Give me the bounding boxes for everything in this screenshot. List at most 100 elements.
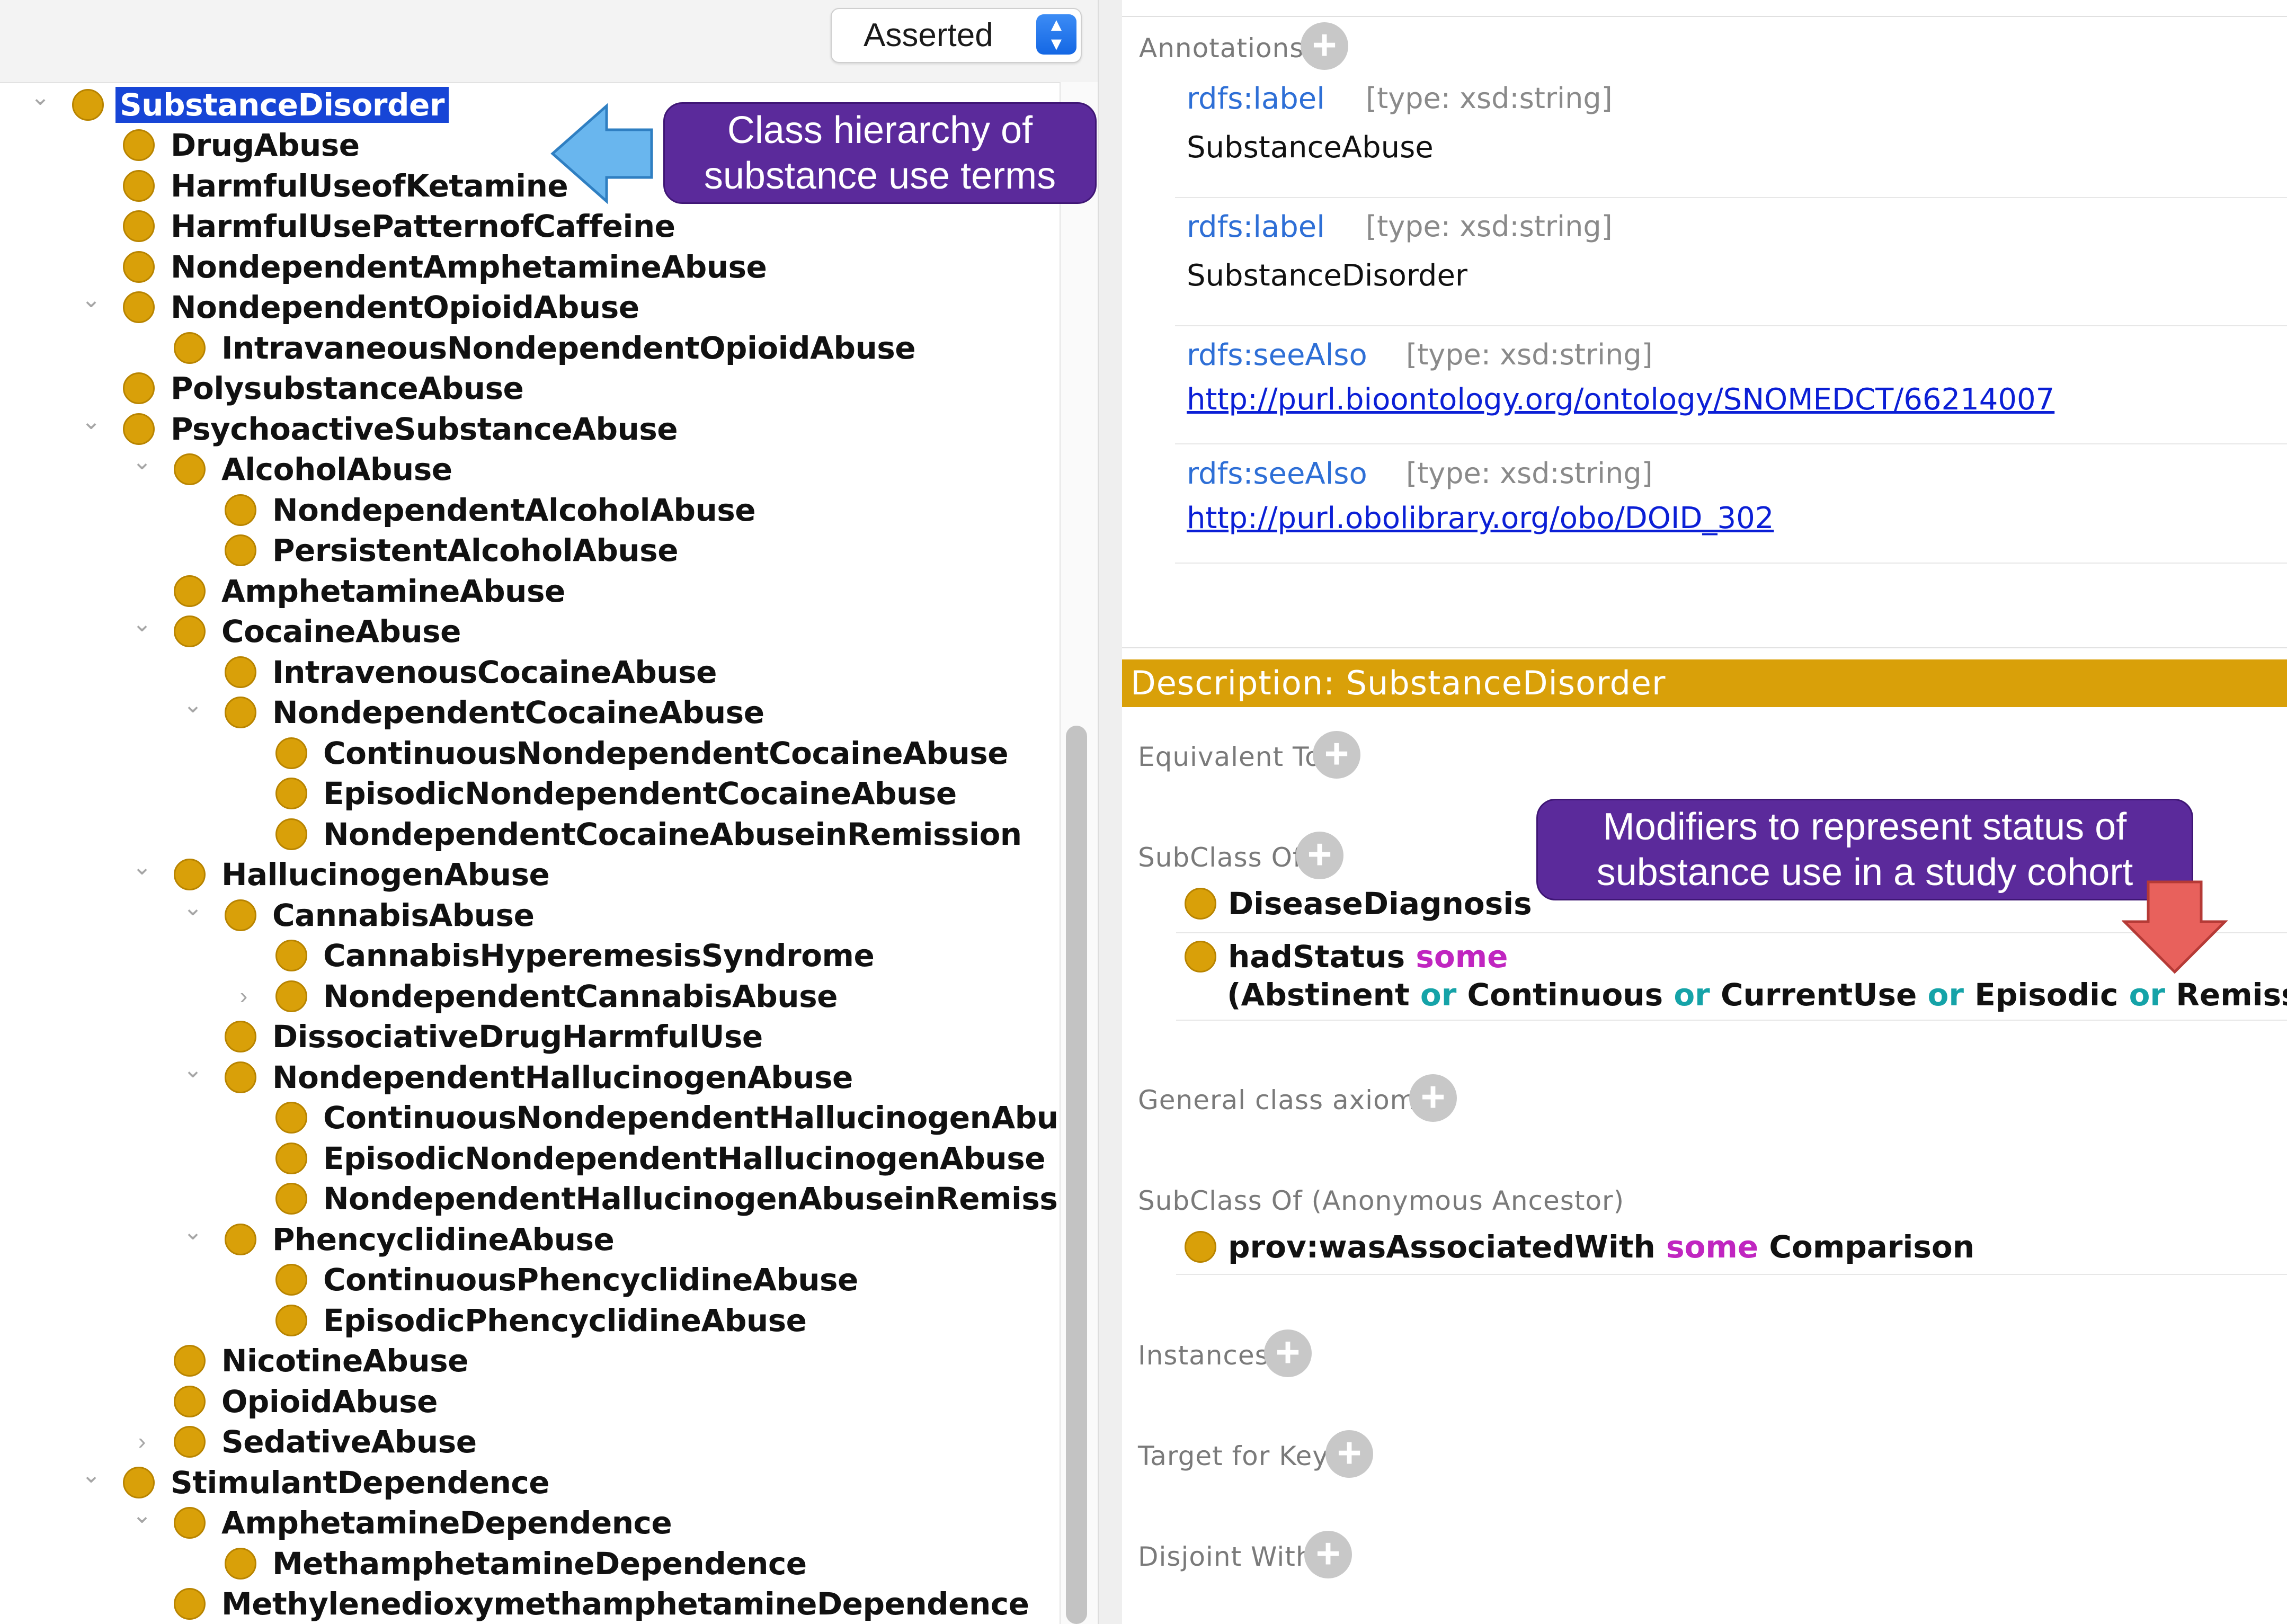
- tree-node[interactable]: SubstanceDisorder: [72, 85, 449, 125]
- tree-node-label: AmphetamineDependence: [221, 1505, 672, 1541]
- expand-chevron-icon[interactable]: ⌄: [81, 280, 102, 320]
- tree-node[interactable]: DrugAbuse: [123, 125, 360, 165]
- tree-node[interactable]: AlcoholAbuse: [174, 449, 452, 489]
- annotation-property[interactable]: rdfs:seeAlso: [1187, 338, 1367, 372]
- annotation-link[interactable]: http://purl.bioontology.org/ontology/SNO…: [1187, 382, 2054, 417]
- tree-node[interactable]: ContinuousNondependentCocaineAbuse: [275, 733, 1009, 773]
- tree-node[interactable]: PsychoactiveSubstanceAbuse: [123, 409, 678, 449]
- tree-node-label: NondependentAmphetamineAbuse: [171, 248, 767, 285]
- class-bullet-icon: [123, 169, 155, 202]
- collapse-chevron-icon[interactable]: ›: [131, 1422, 153, 1462]
- add-general-axiom-button[interactable]: +: [1409, 1074, 1457, 1122]
- expand-chevron-icon[interactable]: ⌄: [81, 1455, 102, 1495]
- expand-chevron-icon[interactable]: ⌄: [30, 77, 51, 118]
- expand-chevron-icon[interactable]: ⌄: [182, 685, 203, 725]
- tree-node[interactable]: PersistentAlcoholAbuse: [225, 530, 679, 570]
- tree-node[interactable]: ContinuousNondependentHallucinogenAbuse: [275, 1097, 1097, 1138]
- tree-node-label: PersistentAlcoholAbuse: [272, 532, 679, 569]
- tree-node[interactable]: NicotineAbuse: [174, 1341, 468, 1381]
- add-annotation-button[interactable]: +: [1301, 22, 1348, 70]
- add-key-button[interactable]: +: [1325, 1430, 1373, 1478]
- tree-node[interactable]: NondependentCocaineAbuse: [225, 692, 764, 733]
- tree-node[interactable]: AmphetamineDependence: [174, 1503, 672, 1543]
- tree-node-label: HarmfulUseofKetamine: [171, 167, 568, 204]
- annotation-value: SubstanceAbuse: [1187, 130, 1434, 165]
- tree-node[interactable]: HarmfulUseofKetamine: [123, 166, 568, 206]
- tree-node[interactable]: IntravenousCocaineAbuse: [225, 652, 717, 692]
- class-bullet-icon: [174, 575, 206, 607]
- class-bullet-icon: [225, 899, 256, 931]
- add-instance-button[interactable]: +: [1264, 1329, 1312, 1377]
- tree-node-label: EpisodicNondependentCocaineAbuse: [323, 775, 957, 812]
- annotation-property[interactable]: rdfs:label: [1187, 210, 1325, 244]
- tree-node-label: CannabisAbuse: [272, 897, 535, 933]
- tree-node-label: HarmfulUsePatternofCaffeine: [171, 208, 675, 245]
- add-subclass-button[interactable]: +: [1296, 832, 1343, 879]
- class-bullet-icon: [225, 1547, 256, 1580]
- tree-node[interactable]: MethamphetamineDependence: [225, 1543, 807, 1584]
- tree-node[interactable]: SedativeAbuse: [174, 1422, 477, 1462]
- collapse-chevron-icon[interactable]: ›: [233, 976, 254, 1016]
- tree-scrollbar-thumb[interactable]: [1066, 726, 1087, 1624]
- expand-chevron-icon[interactable]: ⌄: [131, 442, 153, 482]
- ancestor-axiom-row[interactable]: prov:wasAssociatedWith some Comparison: [1185, 1229, 1974, 1265]
- tree-node[interactable]: CannabisHyperemesisSyndrome: [275, 935, 875, 976]
- tree-node[interactable]: PolysubstanceAbuse: [123, 368, 524, 408]
- expand-chevron-icon[interactable]: ⌄: [182, 1050, 203, 1090]
- tree-node-label: DissociativeDrugHarmfulUse: [272, 1019, 763, 1055]
- tree-node-label: ContinuousPhencyclidineAbuse: [323, 1262, 858, 1298]
- tree-node[interactable]: NondependentAmphetamineAbuse: [123, 247, 767, 287]
- tree-node[interactable]: NondependentAlcoholAbuse: [225, 490, 756, 530]
- tree-node[interactable]: EpisodicNondependentCocaineAbuse: [275, 773, 957, 814]
- callout-line: Class hierarchy of: [727, 109, 1033, 151]
- class-bullet-icon: [225, 656, 256, 688]
- expand-chevron-icon[interactable]: ⌄: [81, 401, 102, 442]
- separator: [1176, 1274, 2287, 1275]
- tree-node[interactable]: ContinuousPhencyclidineAbuse: [275, 1260, 858, 1300]
- annotation-link[interactable]: http://purl.obolibrary.org/obo/DOID_302: [1187, 501, 1774, 536]
- tree-node-label: ContinuousNondependentCocaineAbuse: [323, 735, 1009, 771]
- class-bullet-icon: [225, 697, 256, 729]
- callout-line: Modifiers to represent status of: [1603, 806, 2127, 848]
- add-disjoint-button[interactable]: +: [1304, 1531, 1352, 1578]
- tree-node[interactable]: CannabisAbuse: [225, 895, 535, 935]
- split-divider[interactable]: [1098, 0, 1124, 1624]
- tree-node[interactable]: EpisodicNondependentHallucinogenAbuse: [275, 1138, 1046, 1179]
- updown-chevron-icon[interactable]: ▲ ▼: [1036, 14, 1076, 55]
- tree-node[interactable]: AmphetamineAbuse: [174, 571, 565, 611]
- tree-node[interactable]: HallucinogenAbuse: [174, 854, 550, 895]
- tree-node[interactable]: PhencyclidineAbuse: [225, 1219, 615, 1260]
- view-mode-select[interactable]: Asserted ▲ ▼: [831, 8, 1082, 63]
- tree-node[interactable]: NondependentCannabisAbuse: [275, 976, 838, 1016]
- tree-node[interactable]: HarmfulUsePatternofCaffeine: [123, 206, 675, 246]
- annotation-property[interactable]: rdfs:seeAlso: [1187, 457, 1367, 491]
- subclass-axiom-row[interactable]: DiseaseDiagnosis: [1185, 886, 1532, 922]
- expand-chevron-icon[interactable]: ⌄: [131, 604, 153, 644]
- separator: [1176, 1020, 2287, 1021]
- expand-chevron-icon[interactable]: ⌄: [182, 888, 203, 928]
- separator: [1176, 932, 2287, 933]
- tree-node[interactable]: OpioidAbuse: [174, 1381, 438, 1422]
- tree-node[interactable]: NondependentHallucinogenAbuseinRemission: [275, 1179, 1110, 1219]
- tree-node-label: ContinuousNondependentHallucinogenAbuse: [323, 1100, 1097, 1136]
- add-equivalent-button[interactable]: +: [1313, 731, 1360, 779]
- annotation-property[interactable]: rdfs:label: [1187, 82, 1325, 116]
- tree-node[interactable]: NondependentCocaineAbuseinRemission: [275, 814, 1022, 854]
- subclass-axiom-row[interactable]: hadStatus some: [1185, 939, 1508, 975]
- expand-chevron-icon[interactable]: ⌄: [131, 1495, 153, 1536]
- tree-node[interactable]: MethylenedioxymethamphetamineDependence: [174, 1584, 1029, 1624]
- expand-chevron-icon[interactable]: ⌄: [182, 1212, 203, 1252]
- tree-node[interactable]: NondependentOpioidAbuse: [123, 287, 639, 327]
- tree-node[interactable]: EpisodicPhencyclidineAbuse: [275, 1300, 807, 1341]
- tree-node[interactable]: NondependentHallucinogenAbuse: [225, 1057, 853, 1097]
- class-bullet-icon: [275, 1183, 307, 1215]
- expand-chevron-icon[interactable]: ⌄: [131, 847, 153, 887]
- tree-node-label: CocaineAbuse: [221, 613, 461, 650]
- tree-node[interactable]: DissociativeDrugHarmfulUse: [225, 1016, 763, 1057]
- class-bullet-icon: [174, 453, 206, 486]
- tree-node-label: SubstanceDisorder: [115, 86, 449, 123]
- callout-line: substance use terms: [704, 155, 1056, 197]
- tree-node[interactable]: IntravaneousNondependentOpioidAbuse: [174, 328, 916, 368]
- tree-node[interactable]: CocaineAbuse: [174, 611, 461, 652]
- tree-node[interactable]: StimulantDependence: [123, 1462, 550, 1503]
